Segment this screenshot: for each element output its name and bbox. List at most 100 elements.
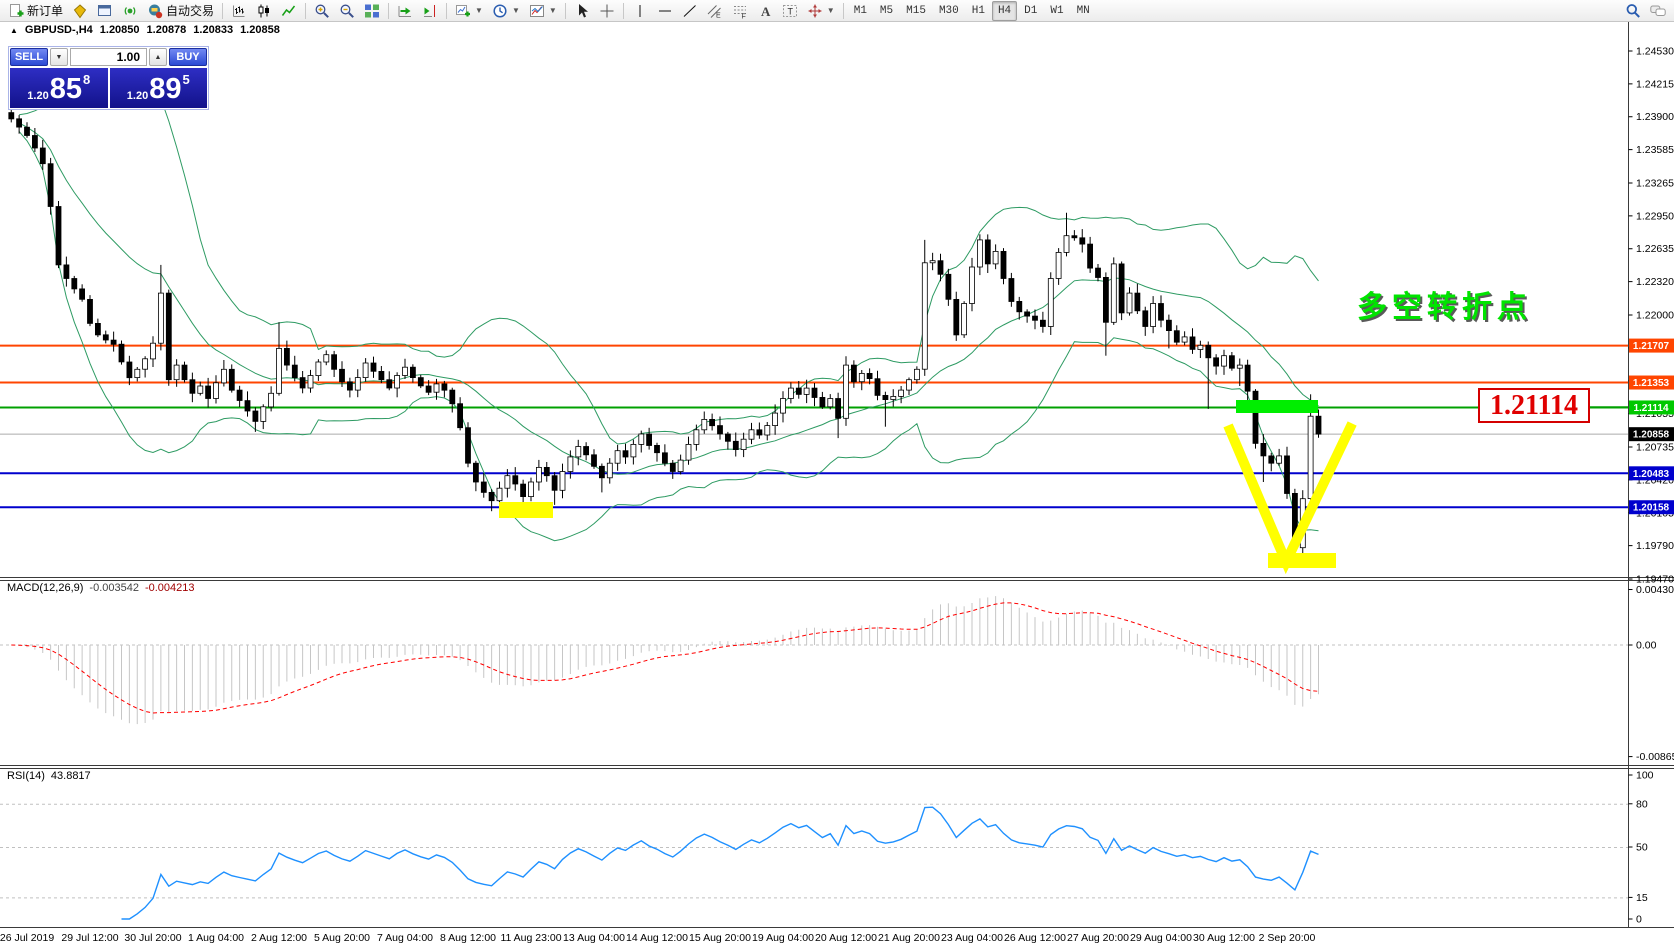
sell-price-big: 85 (50, 71, 82, 107)
svg-text:80: 80 (1636, 798, 1648, 810)
candle-body (710, 419, 715, 425)
candle-body (1056, 252, 1061, 278)
trendline-button[interactable] (678, 0, 702, 22)
candle-body (111, 340, 116, 344)
crosshair-button[interactable] (595, 0, 619, 22)
text-label-button[interactable]: T (778, 0, 802, 22)
cursor-button[interactable] (570, 0, 594, 22)
new-chart-dropdown[interactable]: ▼ (451, 0, 487, 22)
timeframe-m5-button[interactable]: M5 (874, 1, 899, 21)
candle-body (970, 267, 975, 304)
price-chart[interactable]: 1.245301.242151.239001.235851.232651.229… (0, 0, 1674, 948)
svg-text:1.24530: 1.24530 (1636, 46, 1674, 58)
svg-text:19 Aug 04:00: 19 Aug 04:00 (752, 932, 814, 944)
templates-dropdown[interactable]: ▼ (525, 0, 561, 22)
candle-body (1237, 365, 1242, 368)
candle-body (95, 323, 100, 335)
candle-body (521, 484, 526, 497)
equidistant-channel-button[interactable]: E (703, 0, 727, 22)
horizontal-line-button[interactable] (653, 0, 677, 22)
vertical-line-button[interactable] (628, 0, 652, 22)
timeframe-h1-button[interactable]: H1 (966, 1, 991, 21)
candle-body (804, 388, 809, 394)
market-watch-button[interactable] (68, 0, 92, 22)
candle-body (844, 365, 849, 418)
text-button[interactable]: A (753, 0, 777, 22)
signals-button[interactable] (118, 0, 142, 22)
line-chart-button[interactable] (277, 0, 301, 22)
quote-symbol-period: GBPUSD-,H4 (25, 24, 93, 36)
fibonacci-button[interactable]: F (728, 0, 752, 22)
candle-body (1316, 416, 1321, 434)
green-resistance-highlight[interactable] (1236, 400, 1318, 413)
candle-body (930, 261, 935, 263)
collapse-trade-panel-icon[interactable]: ▲ (10, 26, 18, 35)
yellow-low-highlight[interactable] (499, 502, 553, 518)
candle-body (316, 362, 321, 376)
candle-body (143, 359, 148, 369)
candle-body (655, 445, 660, 452)
arrows-dropdown[interactable]: ▼ (803, 0, 839, 22)
candle-body (32, 136, 37, 149)
zoom-out-button[interactable] (335, 0, 359, 22)
candle-body (796, 388, 801, 394)
yellow-base-highlight[interactable] (1268, 553, 1336, 568)
candle-body (198, 386, 203, 393)
svg-text:1.22635: 1.22635 (1636, 243, 1674, 255)
timeframe-w1-button[interactable]: W1 (1044, 1, 1069, 21)
tile-windows-button[interactable] (360, 0, 384, 22)
bar-chart-button[interactable] (227, 0, 251, 22)
sell-button[interactable]: SELL (10, 48, 48, 66)
candle-body (1040, 320, 1045, 326)
data-window-button[interactable] (93, 0, 117, 22)
volume-increase-button[interactable]: ▲ (149, 48, 167, 66)
volume-input[interactable] (70, 48, 147, 66)
candle-body (851, 365, 856, 382)
candle-body (757, 430, 762, 435)
candle-body (72, 279, 77, 289)
profiles-dropdown[interactable]: ▼ (488, 0, 524, 22)
search-button[interactable] (1621, 0, 1645, 22)
candle-body (938, 261, 943, 275)
toolbar-separator (843, 3, 844, 19)
buy-price-display[interactable]: 1.20 89 5 (110, 68, 208, 108)
timeframe-m30-button[interactable]: M30 (933, 1, 965, 21)
zoom-in-button[interactable] (310, 0, 334, 22)
timeframe-d1-button[interactable]: D1 (1018, 1, 1043, 21)
candle-body (505, 476, 510, 489)
candle-body (662, 453, 667, 463)
candle-body (914, 369, 919, 379)
chat-button[interactable] (1646, 0, 1670, 22)
svg-text:1.19790: 1.19790 (1636, 540, 1674, 552)
timeframe-mn-button[interactable]: MN (1071, 1, 1096, 21)
candle-body (560, 472, 565, 491)
chart-shift-button[interactable] (418, 0, 442, 22)
candle-body (1214, 358, 1219, 366)
candlestick-chart-button[interactable] (252, 0, 276, 22)
svg-text:30 Aug 12:00: 30 Aug 12:00 (1193, 932, 1255, 944)
new-order-icon (8, 3, 24, 19)
candle-body (1048, 279, 1053, 327)
candle-body (88, 299, 93, 323)
timeframe-m15-button[interactable]: M15 (900, 1, 932, 21)
sell-price-display[interactable]: 1.20 85 8 (10, 68, 108, 108)
textT-icon: T (782, 3, 798, 19)
one-click-trading-panel: SELL ▼ ▲ BUY 1.20 85 8 1.20 89 5 (8, 46, 209, 110)
svg-text:15 Aug 20:00: 15 Aug 20:00 (689, 932, 751, 944)
auto-scroll-button[interactable] (393, 0, 417, 22)
timeframe-m1-button[interactable]: M1 (848, 1, 873, 21)
price-callout-box[interactable]: 1.21114 (1478, 388, 1590, 423)
buy-button[interactable]: BUY (169, 48, 207, 66)
new-order-button[interactable]: 新订单 (4, 0, 67, 22)
candle-body (292, 365, 297, 378)
candle-body (473, 463, 478, 482)
timeframe-h4-button[interactable]: H4 (992, 1, 1017, 21)
new-order-button-label: 新订单 (27, 2, 63, 19)
svg-text:15: 15 (1636, 892, 1648, 904)
turning-point-annotation[interactable]: 多空转折点 (1357, 282, 1532, 326)
candle-body (883, 395, 888, 399)
svg-text:27 Aug 20:00: 27 Aug 20:00 (1067, 932, 1129, 944)
volume-decrease-button[interactable]: ▼ (50, 48, 68, 66)
candle-body (1222, 356, 1227, 366)
auto-trading-button[interactable]: 自动交易 (143, 0, 218, 22)
